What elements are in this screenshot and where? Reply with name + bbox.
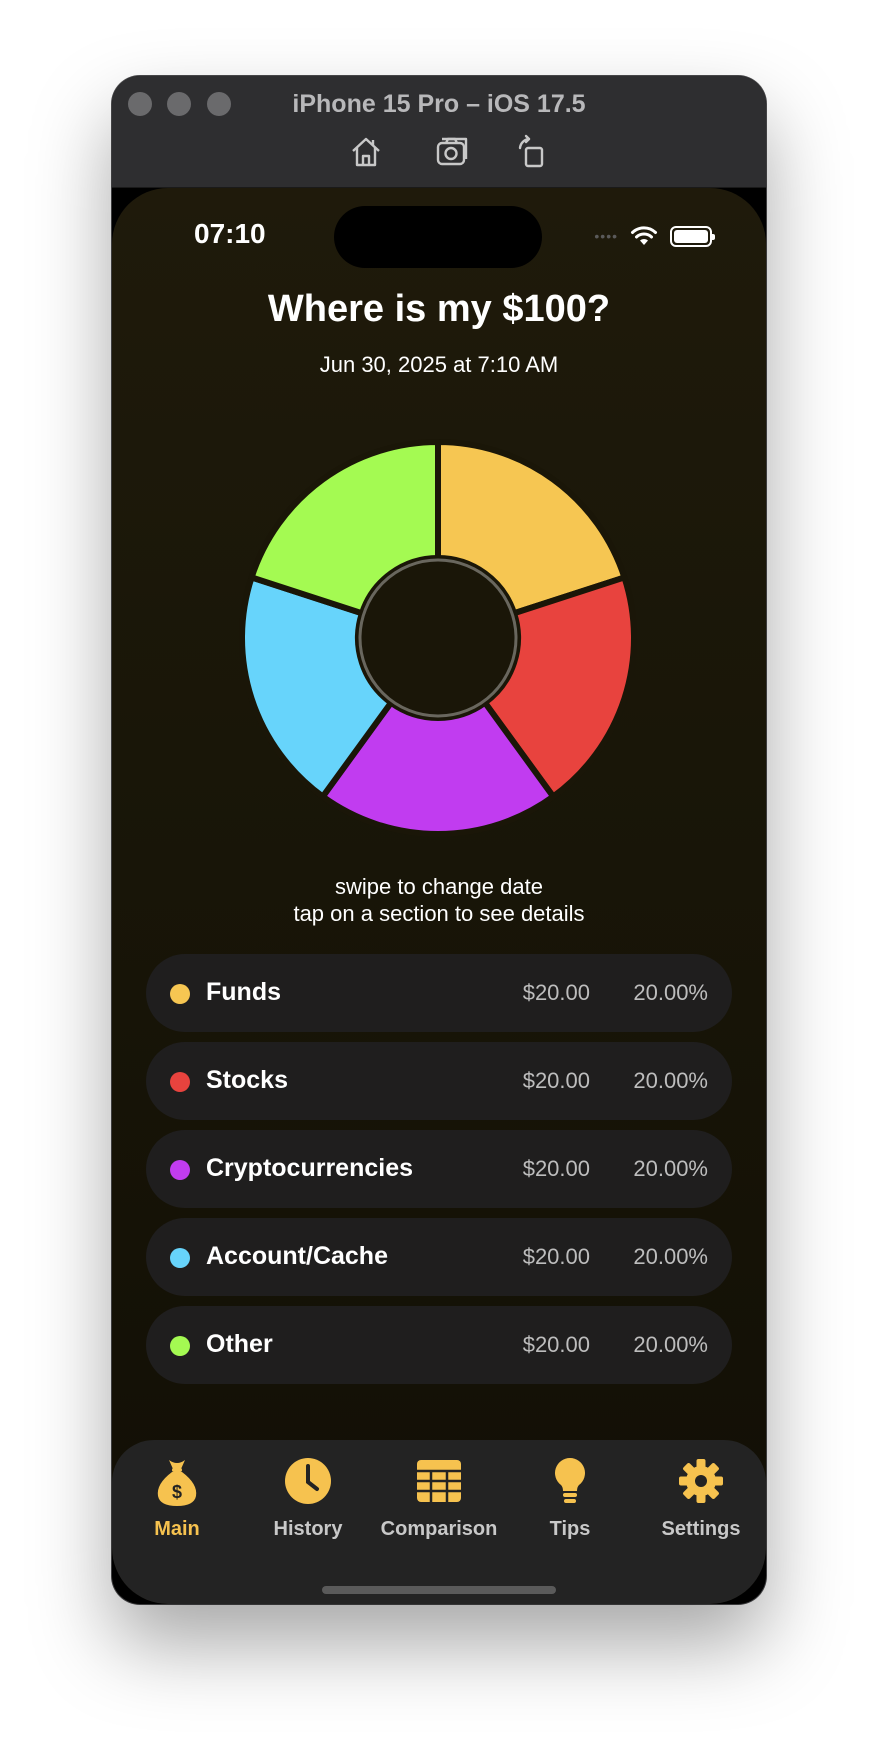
category-amount: $20.00 [522, 1244, 590, 1269]
category-name: Other [206, 1330, 273, 1358]
tab-tips[interactable]: Tips [505, 1454, 635, 1541]
category-name: Funds [206, 978, 281, 1006]
clock-icon [285, 1458, 331, 1504]
category-color-dot [170, 1072, 190, 1092]
svg-text:$: $ [172, 1482, 182, 1502]
swipe-hint: swipe to change date [335, 874, 543, 899]
category-name: Cryptocurrencies [206, 1154, 414, 1182]
money-bag-icon: $ [157, 1460, 197, 1506]
tab-history[interactable]: History [243, 1454, 373, 1541]
simulator-title: iPhone 15 Pro – iOS 17.5 [292, 90, 586, 118]
category-amount: $20.00 [522, 1156, 590, 1181]
page-title: Where is my $100? [267, 288, 611, 330]
category-list: Funds $20.00 20.00% Stocks $20.00 20.00%… [146, 954, 732, 1394]
list-item[interactable]: Other $20.00 20.00% [146, 1306, 732, 1384]
lightbulb-icon [555, 1458, 585, 1503]
status-time: 07:10 [194, 218, 266, 249]
list-item[interactable]: Account/Cache $20.00 20.00% [146, 1218, 732, 1296]
phone-screen: 07:10 •••• Where is my $100? Jun 30, 202… [112, 188, 766, 1604]
category-percent: 20.00% [633, 1068, 708, 1093]
tab-main[interactable]: $ Main [112, 1454, 242, 1541]
tab-bar: $ Main History Comparison Tips Settings [112, 1440, 766, 1604]
home-indicator [322, 1586, 556, 1594]
signal-dots-icon: •••• [594, 228, 618, 244]
category-color-dot [170, 984, 190, 1004]
list-item[interactable]: Stocks $20.00 20.00% [146, 1042, 732, 1120]
category-color-dot [170, 1336, 190, 1356]
table-icon [417, 1460, 461, 1502]
tab-comparison[interactable]: Comparison [374, 1454, 504, 1541]
list-item[interactable]: Cryptocurrencies $20.00 20.00% [146, 1130, 732, 1208]
category-color-dot [170, 1160, 190, 1180]
battery-icon [670, 225, 715, 247]
donut-chart[interactable] [236, 436, 640, 840]
tab-label: History [273, 1518, 343, 1540]
wifi-icon [631, 226, 657, 245]
tab-label: Main [154, 1518, 200, 1540]
dynamic-island [334, 206, 542, 268]
tab-label: Tips [549, 1518, 591, 1540]
screenshot-icon[interactable] [434, 134, 470, 170]
list-item[interactable]: Funds $20.00 20.00% [146, 954, 732, 1032]
simulator-window: iPhone 15 Pro – iOS 17.5 07:10 •••• Wher… [112, 76, 766, 1604]
category-percent: 20.00% [633, 980, 708, 1005]
home-icon[interactable] [348, 134, 384, 170]
tap-hint: tap on a section to see details [293, 901, 585, 926]
category-percent: 20.00% [633, 1244, 708, 1269]
tab-settings[interactable]: Settings [636, 1454, 766, 1541]
donut-chart-svg[interactable] [236, 436, 640, 840]
tab-label: Settings [661, 1518, 741, 1540]
category-amount: $20.00 [522, 1332, 590, 1357]
category-name: Stocks [206, 1066, 288, 1094]
gear-icon [679, 1459, 723, 1503]
tab-label: Comparison [380, 1518, 498, 1540]
category-amount: $20.00 [522, 1068, 590, 1093]
status-icons: •••• [594, 224, 715, 248]
category-name: Account/Cache [206, 1242, 388, 1270]
category-percent: 20.00% [633, 1156, 708, 1181]
category-percent: 20.00% [633, 1332, 708, 1357]
category-color-dot [170, 1248, 190, 1268]
rotate-icon[interactable] [514, 134, 550, 170]
page-date[interactable]: Jun 30, 2025 at 7:10 AM [112, 352, 766, 378]
simulator-titlebar: iPhone 15 Pro – iOS 17.5 [112, 76, 766, 188]
donut-hole [358, 558, 518, 718]
category-amount: $20.00 [522, 980, 590, 1005]
